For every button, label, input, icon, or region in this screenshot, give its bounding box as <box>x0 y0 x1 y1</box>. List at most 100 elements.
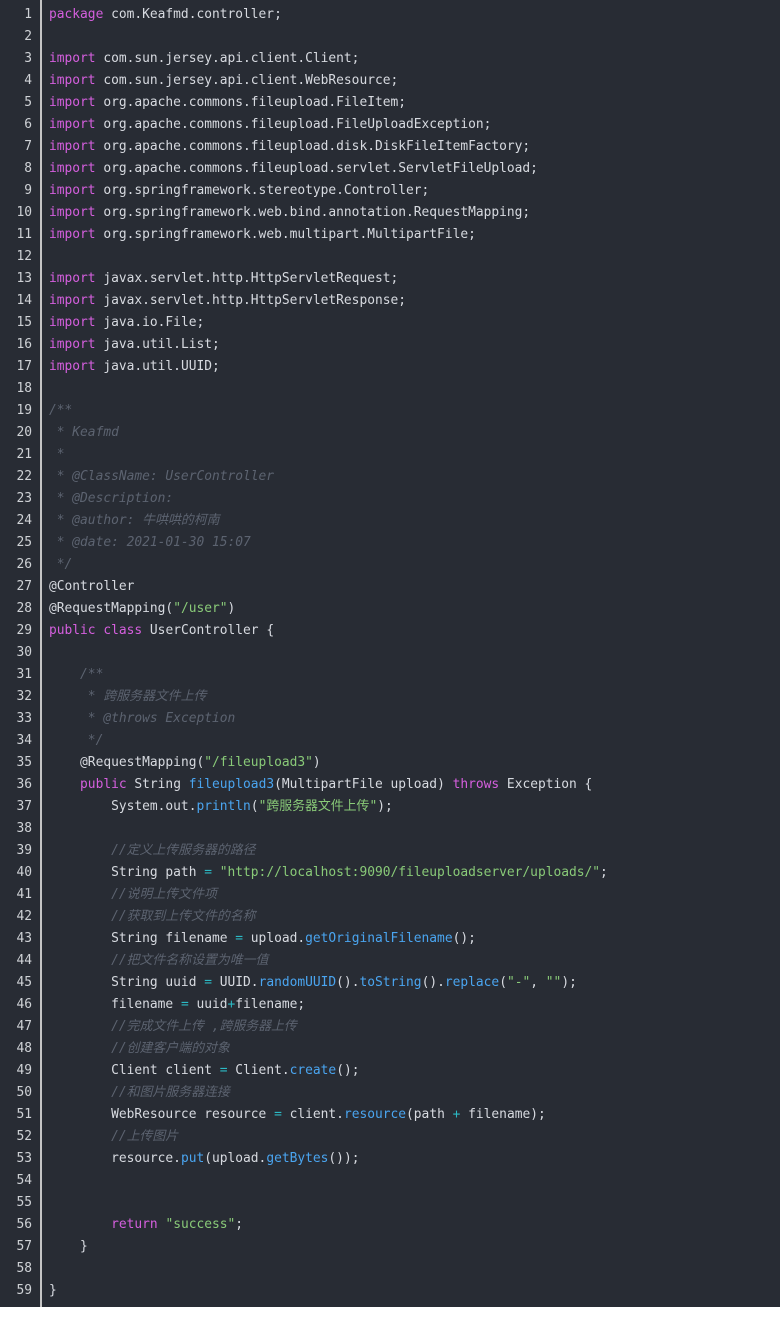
line-number: 18 <box>16 381 32 396</box>
code-token-comment: //获取到上传文件的名称 <box>111 909 256 924</box>
code-line[interactable]: 23 * @Description: <box>0 488 780 510</box>
code-line[interactable]: 47 //完成文件上传 ,跨服务器上传 <box>0 1016 780 1038</box>
code-line[interactable]: 48 //创建客户端的对象 <box>0 1038 780 1060</box>
code-line[interactable]: 58 <box>0 1258 780 1280</box>
line-code: String uuid = UUID.randomUUID().toString… <box>49 972 577 994</box>
code-token-comment: //和图片服务器连接 <box>111 1085 230 1100</box>
code-token-keyword: import <box>49 337 96 352</box>
line-number: 43 <box>16 931 32 946</box>
code-token-op: = <box>274 1107 282 1122</box>
line-number: 49 <box>16 1063 32 1078</box>
code-line[interactable]: 10 import org.springframework.web.bind.an… <box>0 202 780 224</box>
code-line[interactable]: 50 //和图片服务器连接 <box>0 1082 780 1104</box>
code-line[interactable]: 17 import java.util.UUID; <box>0 356 780 378</box>
code-line[interactable]: 18 <box>0 378 780 400</box>
code-line[interactable]: 45 String uuid = UUID.randomUUID().toStr… <box>0 972 780 994</box>
line-code: import com.sun.jersey.api.client.WebReso… <box>49 70 398 92</box>
code-token-keyword: class <box>103 623 143 638</box>
code-line[interactable]: 25 * @date: 2021-01-30 15:07 <box>0 532 780 554</box>
code-line[interactable]: 29 public class UserController { <box>0 620 780 642</box>
code-line[interactable]: 46 filename = uuid+filename; <box>0 994 780 1016</box>
code-line[interactable]: 14 import javax.servlet.http.HttpServletR… <box>0 290 780 312</box>
code-line[interactable]: 33 * @throws Exception <box>0 708 780 730</box>
code-line[interactable]: 41 //说明上传文件项 <box>0 884 780 906</box>
code-token-plain: javax.servlet.http.HttpServletRequest; <box>95 271 399 286</box>
code-line[interactable]: 30 <box>0 642 780 664</box>
code-line[interactable]: 8 import org.apache.commons.fileupload.se… <box>0 158 780 180</box>
code-line[interactable]: 22 * @ClassName: UserController <box>0 466 780 488</box>
code-line[interactable]: 32 * 跨服务器文件上传 <box>0 686 780 708</box>
code-token-comment: //把文件名称设置为唯一值 <box>111 953 269 968</box>
code-line[interactable]: 40 String path = "http://localhost:9090/… <box>0 862 780 884</box>
code-line[interactable]: 12 <box>0 246 780 268</box>
code-line[interactable]: 35 @RequestMapping("/fileupload3") <box>0 752 780 774</box>
code-line[interactable]: 59} <box>0 1280 780 1302</box>
code-line[interactable]: 44 //把文件名称设置为唯一值 <box>0 950 780 972</box>
code-line[interactable]: 39 //定义上传服务器的路径 <box>0 840 780 862</box>
code-token-string: "http://localhost:9090/fileuploadserver/… <box>219 865 601 880</box>
code-line[interactable]: 57 } <box>0 1236 780 1258</box>
code-line[interactable]: 36 public String fileupload3(MultipartFi… <box>0 774 780 796</box>
code-line[interactable]: 55 <box>0 1192 780 1214</box>
code-token-plain: String filename <box>49 931 236 946</box>
line-number: 10 <box>16 205 32 220</box>
code-line[interactable]: 28 @RequestMapping("/user") <box>0 598 780 620</box>
line-code: * @throws Exception <box>49 708 235 730</box>
code-editor[interactable]: 1 package com.Keafmd.controller; 2 3 import … <box>0 0 780 1307</box>
line-number: 41 <box>16 887 32 902</box>
code-line[interactable]: 1 package com.Keafmd.controller; <box>0 4 780 26</box>
code-line[interactable]: 2 <box>0 26 780 48</box>
code-line[interactable]: 16 import java.util.List; <box>0 334 780 356</box>
code-token-func: randomUUID <box>258 975 337 990</box>
code-line[interactable]: 49 Client client = Client.create(); <box>0 1060 780 1082</box>
code-lines[interactable]: 1 package com.Keafmd.controller; 2 3 import … <box>0 4 780 1302</box>
line-number: 54 <box>16 1173 32 1188</box>
code-token-plain: filename; <box>235 997 306 1012</box>
line-number: 21 <box>16 447 32 462</box>
code-token-comment: * @ClassName: UserController <box>49 469 275 484</box>
code-line[interactable]: 11 import org.springframework.web.multipa… <box>0 224 780 246</box>
code-line[interactable]: 9 import org.springframework.stereotype.C… <box>0 180 780 202</box>
code-line[interactable]: 31 /** <box>0 664 780 686</box>
code-token-keyword: import <box>49 205 96 220</box>
code-line[interactable]: 42 //获取到上传文件的名称 <box>0 906 780 928</box>
code-line[interactable]: 24 * @author: 牛哄哄的柯南 <box>0 510 780 532</box>
code-token-comment: * @date: 2021-01-30 15:07 <box>49 535 251 550</box>
code-line[interactable]: 13 import javax.servlet.http.HttpServletR… <box>0 268 780 290</box>
code-line[interactable]: 43 String filename = upload.getOriginalF… <box>0 928 780 950</box>
code-line[interactable]: 3 import com.sun.jersey.api.client.Client… <box>0 48 780 70</box>
code-line[interactable]: 56 return "success"; <box>0 1214 780 1236</box>
code-line[interactable]: 26 */ <box>0 554 780 576</box>
code-line[interactable]: 37 System.out.println("跨服务器文件上传"); <box>0 796 780 818</box>
code-line[interactable]: 19 /** <box>0 400 780 422</box>
code-line[interactable]: 38 <box>0 818 780 840</box>
code-token-keyword: public <box>80 777 127 792</box>
code-line[interactable]: 52 //上传图片 <box>0 1126 780 1148</box>
code-line[interactable]: 21 * <box>0 444 780 466</box>
code-token-keyword: import <box>49 51 96 66</box>
code-line[interactable]: 5 import org.apache.commons.fileupload.Fi… <box>0 92 780 114</box>
code-line[interactable]: 6 import org.apache.commons.fileupload.Fi… <box>0 114 780 136</box>
code-line[interactable]: 7 import org.apache.commons.fileupload.di… <box>0 136 780 158</box>
code-line[interactable]: 4 import com.sun.jersey.api.client.WebRes… <box>0 70 780 92</box>
code-token-plain: WebResource resource <box>49 1107 275 1122</box>
code-line[interactable]: 20 * Keafmd <box>0 422 780 444</box>
code-token-plain: String uuid <box>49 975 205 990</box>
code-token-op: = <box>219 1063 228 1078</box>
code-line[interactable]: 27 @Controller <box>0 576 780 598</box>
code-line[interactable]: 15 import java.io.File; <box>0 312 780 334</box>
line-code: * @date: 2021-01-30 15:07 <box>49 532 251 554</box>
code-line[interactable]: 53 resource.put(upload.getBytes()); <box>0 1148 780 1170</box>
line-number: 8 <box>24 161 32 176</box>
code-line[interactable]: 51 WebResource resource = client.resourc… <box>0 1104 780 1126</box>
code-line[interactable]: 34 */ <box>0 730 780 752</box>
code-token-plain: com.Keafmd.controller; <box>103 7 282 22</box>
code-token-plain: (). <box>421 975 445 990</box>
code-token-comment: */ <box>49 557 73 572</box>
line-number: 33 <box>16 711 32 726</box>
code-line[interactable]: 54 <box>0 1170 780 1192</box>
code-token-plain: client. <box>281 1107 344 1122</box>
line-code: */ <box>49 730 104 752</box>
line-number: 56 <box>16 1217 32 1232</box>
line-number: 51 <box>16 1107 32 1122</box>
